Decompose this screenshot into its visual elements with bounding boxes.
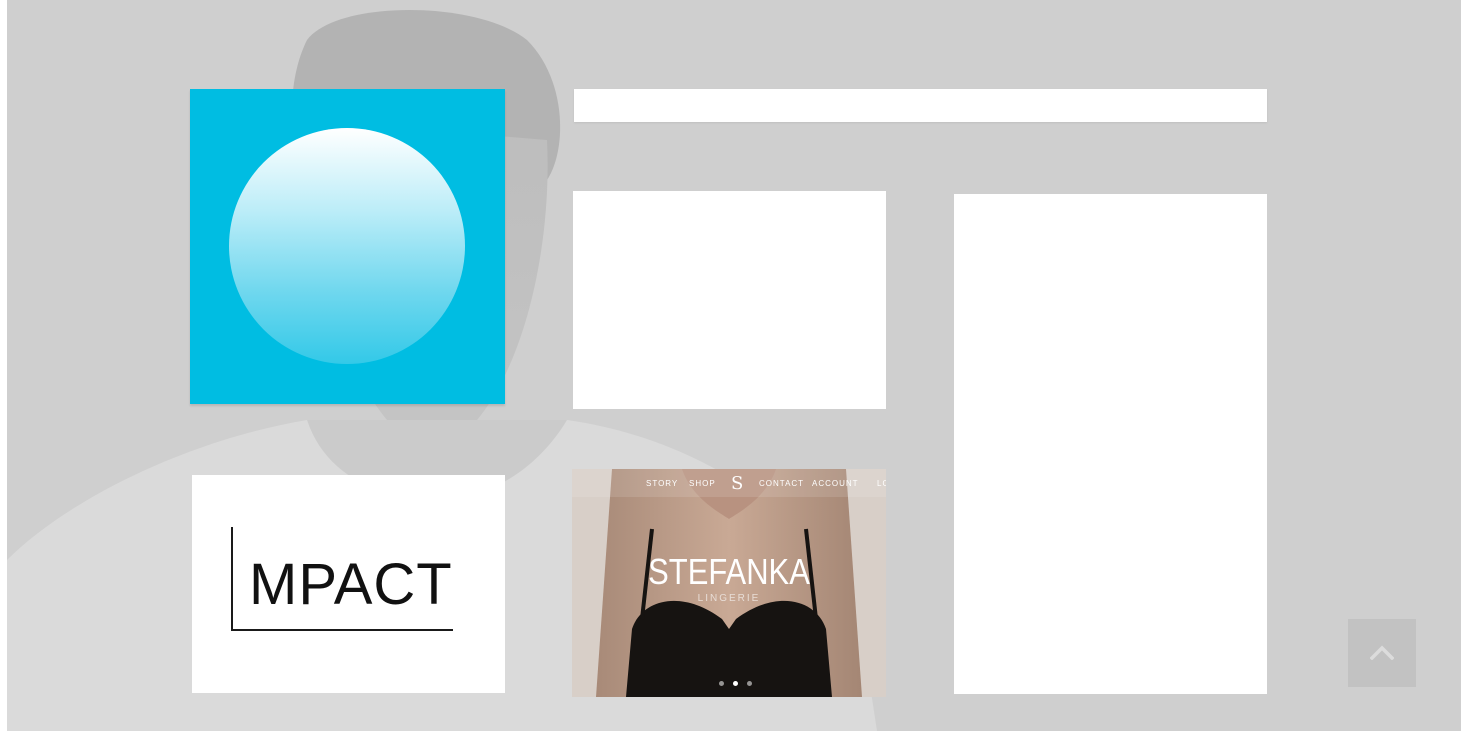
carousel-dot [747,681,752,686]
project-tile-impact[interactable]: MPACT [192,475,505,693]
carousel-dot [719,681,724,686]
portfolio-grid-overlay: MPACT STORY SHOP S CONTACT ACCOUNT L STE… [7,0,1461,731]
gradient-circle-icon [229,128,465,364]
stefanka-nav-shop: SHOP [689,479,716,488]
impact-logo-bracket-vertical [231,527,233,631]
impact-logo-text: MPACT [249,552,453,617]
chevron-up-icon [1370,645,1394,660]
carousel-dot-active [733,681,738,686]
stefanka-nav-login: LO [877,479,886,488]
stefanka-carousel-dots [717,681,757,689]
impact-logo: MPACT [231,527,453,631]
back-to-top-button[interactable] [1348,619,1416,687]
app-icon-tile-blue[interactable] [190,89,505,404]
project-tile-blank-tall[interactable] [954,194,1267,694]
stefanka-nav-logo: S [731,473,744,494]
stefanka-nav-bar: STORY SHOP S CONTACT ACCOUNT LO [572,469,886,497]
impact-logo-bracket-horizontal [231,629,453,631]
stefanka-nav-contact: CONTACT [759,479,805,488]
stefanka-brand-subtitle: LINGERIE [697,593,761,604]
header-placeholder-bar [574,89,1267,122]
project-tile-stefanka[interactable]: STORY SHOP S CONTACT ACCOUNT LO STEFANKA… [572,469,886,697]
stefanka-nav-story: STORY [646,479,679,488]
stefanka-nav-account: ACCOUNT [812,479,859,488]
project-tile-blank-middle[interactable] [573,191,886,409]
stefanka-brand-title: STEFANKA [648,551,810,592]
